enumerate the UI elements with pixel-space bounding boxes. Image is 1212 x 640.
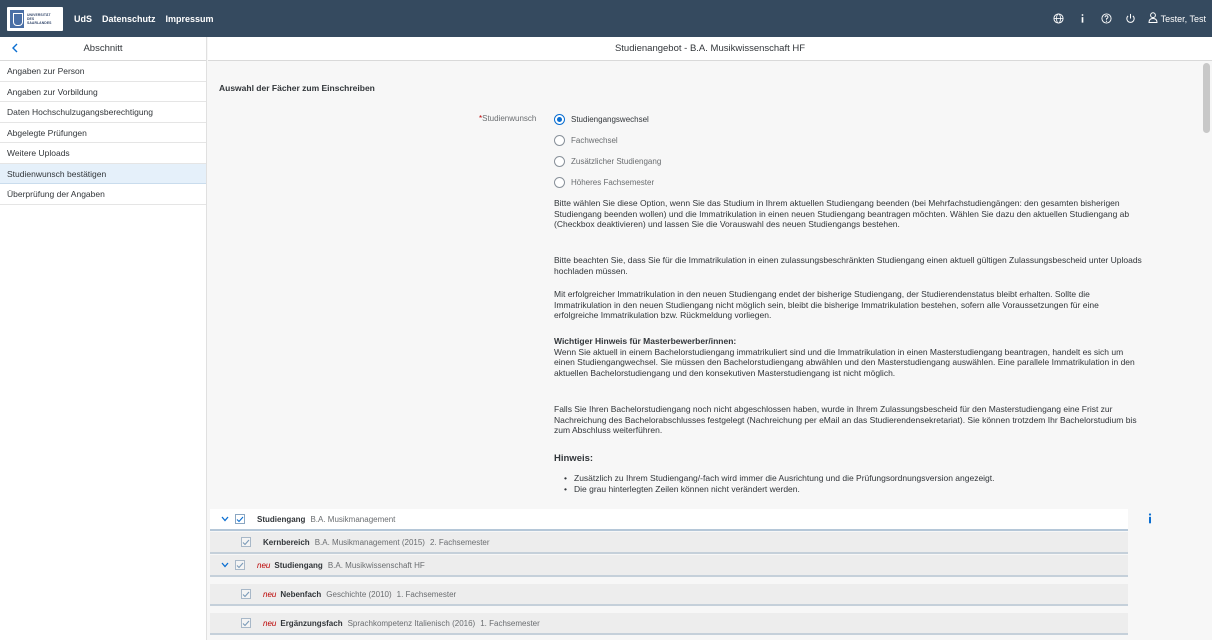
- globe-icon[interactable]: [1048, 0, 1070, 37]
- master-hint-text: Wenn Sie aktuell in einem Bachelorstudie…: [554, 346, 1135, 378]
- new-marker: neu: [263, 618, 277, 628]
- row-extra: 1. Fachsemester: [396, 589, 457, 599]
- radio-button[interactable]: [554, 135, 565, 146]
- user-menu[interactable]: Tester, Test: [1148, 12, 1206, 25]
- list-item: Zusätzlich zu Ihrem Studiengang/-fach wi…: [564, 473, 995, 484]
- table-row: neu Ergänzungsfach Sprachkompetenz Itali…: [210, 613, 1128, 635]
- row-key: Nebenfach: [280, 589, 322, 599]
- hinweis-heading: Hinweis:: [554, 453, 594, 464]
- new-marker: neu: [257, 560, 271, 570]
- radio-zusaetzlicher-studiengang[interactable]: Zusätzlicher Studiengang: [554, 156, 661, 167]
- row-checkbox: [241, 589, 251, 599]
- master-hint: Wichtiger Hinweis für Masterbewerber/inn…: [554, 336, 1142, 378]
- chevron-down-icon[interactable]: [220, 514, 230, 524]
- row-value: Geschichte (2010): [326, 589, 392, 599]
- university-logo[interactable]: UNIVERSITÄT DES SAARLANDES: [7, 6, 63, 31]
- row-checkbox: [241, 618, 251, 628]
- table-row: Kernbereich B.A. Musikmanagement (2015) …: [210, 532, 1128, 554]
- sidebar-item-angaben-person[interactable]: Angaben zur Person: [0, 61, 206, 82]
- crest-icon: [10, 9, 24, 28]
- sidebar-title: Abschnitt: [83, 43, 123, 54]
- hinweis-list: Zusätzlich zu Ihrem Studiengang/-fach wi…: [564, 473, 995, 494]
- link-impressum[interactable]: Impressum: [166, 14, 214, 24]
- user-icon: [1148, 12, 1158, 25]
- row-checkbox: [241, 537, 251, 547]
- sidebar-item-weitere-uploads[interactable]: Weitere Uploads: [0, 143, 206, 164]
- row-key: Studiengang: [257, 514, 306, 524]
- chevron-down-icon[interactable]: [220, 560, 230, 570]
- info-paragraph-2: Bitte beachten Sie, dass Sie für die Imm…: [554, 255, 1142, 276]
- info-icon[interactable]: [1072, 0, 1094, 37]
- info-paragraph-3: Mit erfolgreicher Immatrikulation in den…: [554, 289, 1099, 321]
- info-paragraph-1: Bitte wählen Sie diese Option, wenn Sie …: [554, 198, 1130, 230]
- studienwunsch-label: *Studienwunsch: [479, 114, 537, 123]
- main-content: Auswahl der Fächer zum Einschreiben *Stu…: [208, 61, 1212, 640]
- info-icon[interactable]: [1145, 511, 1155, 525]
- back-button[interactable]: [8, 42, 22, 56]
- sidebar-header: Abschnitt: [0, 37, 206, 61]
- table-row[interactable]: neu Studiengang B.A. Musikwissenschaft H…: [210, 555, 1128, 577]
- row-key: Kernbereich: [263, 537, 310, 547]
- radio-fachwechsel[interactable]: Fachwechsel: [554, 135, 618, 146]
- shell-bar: UNIVERSITÄT DES SAARLANDES UdS Datenschu…: [0, 0, 1212, 37]
- sidebar-item-abgelegte-pruefungen[interactable]: Abgelegte Prüfungen: [0, 123, 206, 143]
- row-checkbox[interactable]: [235, 514, 245, 524]
- sidebar-item-angaben-vorbildung[interactable]: Angaben zur Vorbildung: [0, 82, 206, 102]
- master-hint-heading: Wichtiger Hinweis für Masterbewerber/inn…: [554, 336, 737, 346]
- sidebar-item-studienwunsch[interactable]: Studienwunsch bestätigen: [0, 163, 206, 184]
- page-title: Studienangebot - B.A. Musikwissenschaft …: [208, 37, 1212, 61]
- section-sidebar: Abschnitt Angaben zur Person Angaben zur…: [0, 37, 207, 640]
- scrollbar[interactable]: [1203, 63, 1210, 133]
- radio-button[interactable]: [554, 156, 565, 167]
- radio-hoeheres-fachsemester[interactable]: Höheres Fachsemester: [554, 177, 654, 188]
- info-paragraph-5: Falls Sie Ihren Bachelorstudiengang noch…: [554, 404, 1137, 436]
- help-icon[interactable]: [1096, 0, 1118, 37]
- power-icon[interactable]: [1120, 0, 1142, 37]
- new-marker: neu: [263, 589, 277, 599]
- row-value: B.A. Musikmanagement (2015): [314, 537, 425, 547]
- radio-button[interactable]: [554, 177, 565, 188]
- table-row[interactable]: Studiengang B.A. Musikmanagement: [210, 509, 1128, 531]
- section-title: Auswahl der Fächer zum Einschreiben: [219, 83, 375, 93]
- radio-studiengangswechsel[interactable]: Studiengangswechsel: [554, 114, 649, 125]
- row-extra: 2. Fachsemester: [429, 537, 490, 547]
- radio-button-selected[interactable]: [554, 114, 565, 125]
- row-key: Studiengang: [274, 560, 323, 570]
- chevron-left-icon: [11, 43, 19, 55]
- table-row: neu Nebenfach Geschichte (2010) 1. Fachs…: [210, 584, 1128, 606]
- row-checkbox: [235, 560, 245, 570]
- link-datenschutz[interactable]: Datenschutz: [102, 14, 156, 24]
- row-extra: 1. Fachsemester: [480, 618, 540, 628]
- sidebar-item-ueberpruefung[interactable]: Überprüfung der Angaben: [0, 184, 206, 205]
- list-item: Die grau hinterlegten Zeilen können nich…: [564, 484, 995, 495]
- row-value: B.A. Musikmanagement: [310, 514, 396, 524]
- link-uds[interactable]: UdS: [74, 14, 92, 24]
- logo-text: UNIVERSITÄT DES SAARLANDES: [27, 12, 52, 25]
- row-value: Sprachkompetenz Italienisch (2016): [347, 618, 476, 628]
- row-key: Ergänzungsfach: [280, 618, 343, 628]
- user-name: Tester, Test: [1160, 13, 1206, 24]
- sidebar-item-hochschulzugangsberechtigung[interactable]: Daten Hochschulzugangsberechtigung: [0, 102, 206, 123]
- row-value: B.A. Musikwissenschaft HF: [327, 560, 425, 570]
